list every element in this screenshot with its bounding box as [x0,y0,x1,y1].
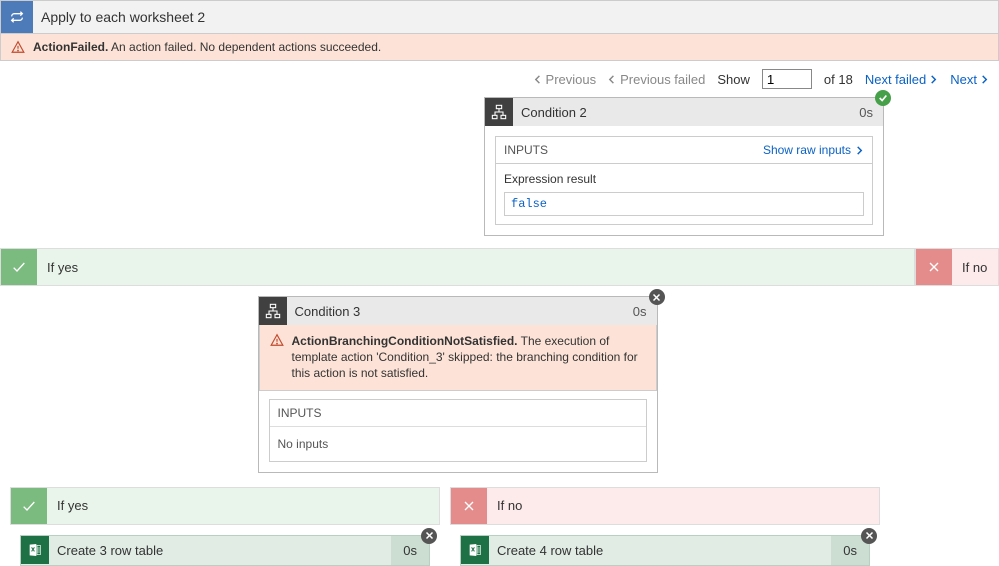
excel-action-title: Create 3 row table [49,543,391,558]
inner-if-yes-header[interactable]: If yes [10,487,440,525]
check-icon [1,249,37,285]
inputs-section-header: INPUTS Show raw inputs [495,136,873,164]
chevron-right-icon [855,146,864,155]
previous-link[interactable]: Previous [534,72,597,87]
expression-result-label: Expression result [504,172,864,186]
action-failed-banner: ActionFailed. An action failed. No depen… [0,34,999,61]
condition-2-title: Condition 2 [513,105,849,120]
previous-failed-link[interactable]: Previous failed [608,72,705,87]
skipped-status-icon [649,289,665,305]
skipped-status-icon [421,528,437,544]
warning-icon [11,40,25,54]
inputs-label: INPUTS [270,400,646,427]
x-icon [451,488,487,524]
create-4-row-table-action[interactable]: Create 4 row table 0s [460,535,870,566]
condition-3-duration: 0s [623,304,657,319]
next-link[interactable]: Next [950,72,989,87]
warning-icon [270,333,284,347]
create-3-row-table-action[interactable]: Create 3 row table 0s [20,535,430,566]
show-label: Show [717,72,750,87]
next-failed-link[interactable]: Next failed [865,72,938,87]
no-inputs-text: No inputs [270,427,646,461]
inner-if-yes-label: If yes [47,498,88,513]
iteration-pager: Previous Previous failed Show of 18 Next… [0,61,989,97]
condition-2-duration: 0s [849,105,883,120]
condition-3-error-banner: ActionBranchingConditionNotSatisfied. Th… [259,325,657,391]
skipped-status-icon [861,528,877,544]
chevron-right-icon [980,75,989,84]
excel-icon [21,536,49,564]
of-total: of 18 [824,72,853,87]
if-yes-label: If yes [37,260,78,275]
action-failed-text: ActionFailed. An action failed. No depen… [33,40,381,54]
page-input[interactable] [762,69,812,89]
condition-3-card[interactable]: Condition 3 0s ActionBranchingConditionN… [258,296,658,473]
condition-icon [259,297,287,325]
x-icon [916,249,952,285]
show-raw-inputs-link[interactable]: Show raw inputs [763,143,864,157]
if-no-label: If no [952,260,987,275]
chevron-left-icon [608,75,617,84]
condition-3-title: Condition 3 [287,304,623,319]
inputs-label: INPUTS [504,143,548,157]
condition-3-inputs-section: INPUTS No inputs [269,399,647,462]
apply-to-each-header[interactable]: Apply to each worksheet 2 [0,0,999,34]
loop-icon [1,1,33,33]
inner-if-no-label: If no [487,498,522,513]
chevron-left-icon [534,75,543,84]
inner-if-no-header[interactable]: If no [450,487,880,525]
success-status-icon [875,90,891,106]
expression-result-value: false [504,192,864,216]
excel-icon [461,536,489,564]
condition-3-error-text: ActionBranchingConditionNotSatisfied. Th… [292,333,646,382]
if-no-header[interactable]: If no [915,248,999,286]
condition-icon [485,98,513,126]
chevron-right-icon [929,75,938,84]
check-icon [11,488,47,524]
excel-action-title: Create 4 row table [489,543,831,558]
if-yes-header[interactable]: If yes [0,248,915,286]
condition-2-card[interactable]: Condition 2 0s INPUTS Show raw inputs Ex… [484,97,884,236]
apply-to-each-title: Apply to each worksheet 2 [33,9,205,25]
